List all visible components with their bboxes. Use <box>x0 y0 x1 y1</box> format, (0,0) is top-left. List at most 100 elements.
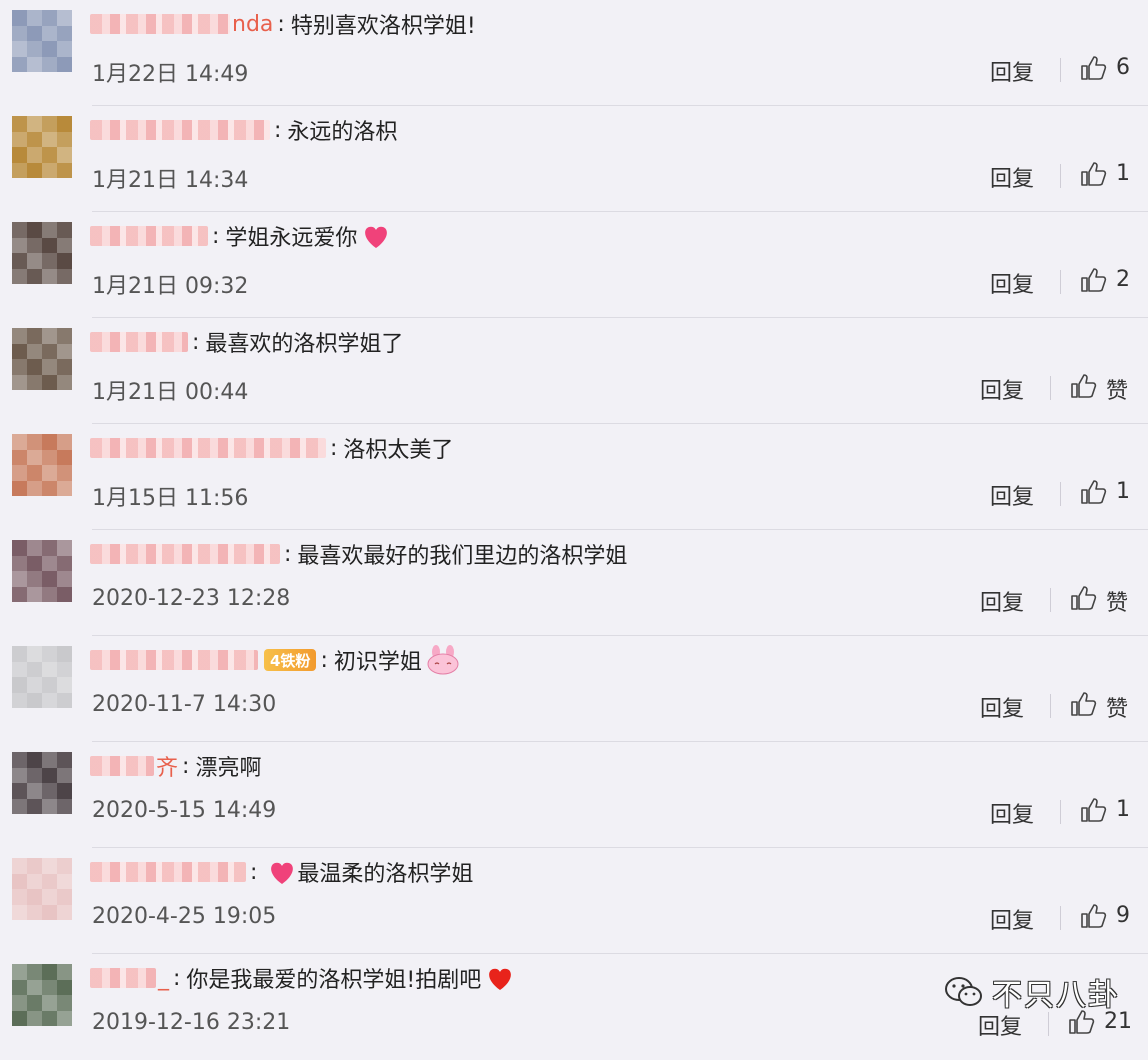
comment-time: 2020-4-25 19:05 <box>92 904 277 929</box>
like-count[interactable]: 6 <box>1116 55 1130 80</box>
reply-button[interactable]: 回复 <box>980 585 1024 617</box>
name-separator: : <box>277 11 285 37</box>
comment-text: 学姐永远爱你 <box>225 226 358 251</box>
thumbs-up-icon[interactable] <box>1078 477 1108 507</box>
comment-item: 4铁粉: 初识学姐 2020-11-7 14:30 回复 赞 <box>0 636 1148 742</box>
comment-line: nda: 特别喜欢洛枳学姐! <box>90 10 476 39</box>
like-count[interactable]: 9 <box>1116 903 1130 928</box>
reply-button[interactable]: 回复 <box>990 903 1034 935</box>
name-separator: : <box>173 965 181 991</box>
username-blurred[interactable] <box>90 650 258 670</box>
name-separator: : <box>192 329 200 355</box>
username-blurred[interactable] <box>90 968 156 988</box>
comment-page: { "comments": [ {"name_tail": "nda", "te… <box>0 0 1148 1040</box>
username-tail[interactable]: 齐 <box>156 750 178 782</box>
comment-line: 齐: 漂亮啊 <box>90 750 262 782</box>
comment-time: 2020-12-23 12:28 <box>92 586 291 611</box>
action-divider <box>1060 482 1061 506</box>
thumbs-up-icon[interactable] <box>1078 901 1108 931</box>
like-count[interactable]: 1 <box>1116 479 1130 504</box>
reply-button[interactable]: 回复 <box>990 797 1034 829</box>
like-count[interactable]: 赞 <box>1106 373 1128 405</box>
username-blurred[interactable] <box>90 438 326 458</box>
name-separator: : <box>320 647 328 673</box>
comment-time: 2019-12-16 23:21 <box>92 1010 291 1035</box>
name-separator: : <box>274 117 282 143</box>
like-count[interactable]: 2 <box>1116 267 1130 292</box>
avatar[interactable] <box>12 222 72 284</box>
avatar[interactable] <box>12 116 72 178</box>
thumbs-up-icon[interactable] <box>1078 159 1108 189</box>
comment-text: 最温柔的洛枳学姐 <box>297 862 474 887</box>
action-divider <box>1050 376 1051 400</box>
reply-button[interactable]: 回复 <box>980 691 1024 723</box>
username-tail[interactable]: nda <box>232 12 273 37</box>
thumbs-up-icon[interactable] <box>1078 795 1108 825</box>
comment-text: 最喜欢最好的我们里边的洛枳学姐 <box>297 544 628 569</box>
action-divider <box>1060 270 1061 294</box>
comment-text: 漂亮啊 <box>195 756 262 781</box>
username-blurred[interactable] <box>90 862 246 882</box>
avatar[interactable] <box>12 434 72 496</box>
comment-text: 特别喜欢洛枳学姐! <box>290 14 476 39</box>
heart-emoji-icon <box>267 857 297 887</box>
comment-item: : 最喜欢最好的我们里边的洛枳学姐 2020-12-23 12:28 回复赞 <box>0 530 1148 636</box>
avatar[interactable] <box>12 964 72 1026</box>
like-count[interactable]: 1 <box>1116 797 1130 822</box>
username-blurred[interactable] <box>90 14 230 34</box>
comment-time: 2020-5-15 14:49 <box>92 798 277 823</box>
thumbs-up-icon[interactable] <box>1078 53 1108 83</box>
action-divider <box>1060 58 1061 82</box>
avatar[interactable] <box>12 646 72 708</box>
reply-button[interactable]: 回复 <box>980 373 1024 405</box>
heart-emoji-icon <box>361 221 391 251</box>
reply-button[interactable]: 回复 <box>990 55 1034 87</box>
like-count[interactable]: 赞 <box>1106 691 1128 723</box>
action-divider <box>1050 588 1051 612</box>
thumbs-up-icon[interactable] <box>1068 371 1098 401</box>
username-blurred[interactable] <box>90 332 188 352</box>
avatar[interactable] <box>12 10 72 72</box>
comment-time: 1月22日 14:49 <box>92 62 249 87</box>
reply-button[interactable]: 回复 <box>990 479 1034 511</box>
comment-line: : 洛枳太美了 <box>90 434 453 463</box>
fan-badge: 4铁粉 <box>264 649 317 671</box>
name-separator: : <box>250 859 258 885</box>
username-blurred[interactable] <box>90 120 270 140</box>
username-blurred[interactable] <box>90 226 208 246</box>
thumbs-up-icon[interactable] <box>1078 265 1108 295</box>
like-count[interactable]: 1 <box>1116 161 1130 186</box>
comment-item: : 洛枳太美了 1月15日 11:56 回复 1 <box>0 424 1148 530</box>
comment-line: : 最喜欢的洛枳学姐了 <box>90 328 403 357</box>
comment-line: : 最温柔的洛枳学姐 <box>90 857 474 887</box>
action-divider <box>1060 164 1061 188</box>
comment-time: 1月15日 11:56 <box>92 486 249 511</box>
reply-button[interactable]: 回复 <box>990 161 1034 193</box>
avatar[interactable] <box>12 328 72 390</box>
username-blurred[interactable] <box>90 544 280 564</box>
bunny-emoji-icon <box>426 645 460 675</box>
comment-line: : 永远的洛枳 <box>90 116 398 145</box>
reply-button[interactable]: 回复 <box>990 267 1034 299</box>
comment-text: 永远的洛枳 <box>287 120 398 145</box>
comment-text: 你是我最爱的洛枳学姐!拍剧吧 <box>186 968 482 993</box>
avatar[interactable] <box>12 540 72 602</box>
comment-line: 4铁粉: 初识学姐 <box>90 645 460 675</box>
comment-item: : 最喜欢的洛枳学姐了 1月21日 00:44 回复 赞 <box>0 318 1148 424</box>
comment-line: _: 你是我最爱的洛枳学姐!拍剧吧 <box>90 964 515 993</box>
action-divider <box>1050 694 1051 718</box>
thumbs-up-icon[interactable] <box>1068 583 1098 613</box>
like-count[interactable]: 赞 <box>1106 585 1128 617</box>
action-divider <box>1060 800 1061 824</box>
comment-time: 2020-11-7 14:30 <box>92 692 277 717</box>
avatar[interactable] <box>12 752 72 814</box>
username-blurred[interactable] <box>90 756 154 776</box>
comment-item: : 永远的洛枳 1月21日 14:34 回复 1 <box>0 106 1148 212</box>
name-separator: : <box>330 435 338 461</box>
action-divider <box>1048 1012 1049 1036</box>
comment-item: 齐: 漂亮啊 2020-5-15 14:49 回复 1 <box>0 742 1148 848</box>
avatar[interactable] <box>12 858 72 920</box>
username-tail[interactable]: _ <box>158 966 169 991</box>
thumbs-up-icon[interactable] <box>1068 689 1098 719</box>
comment-item: : 学姐永远爱你 1月21日 09:32 回复 2 <box>0 212 1148 318</box>
